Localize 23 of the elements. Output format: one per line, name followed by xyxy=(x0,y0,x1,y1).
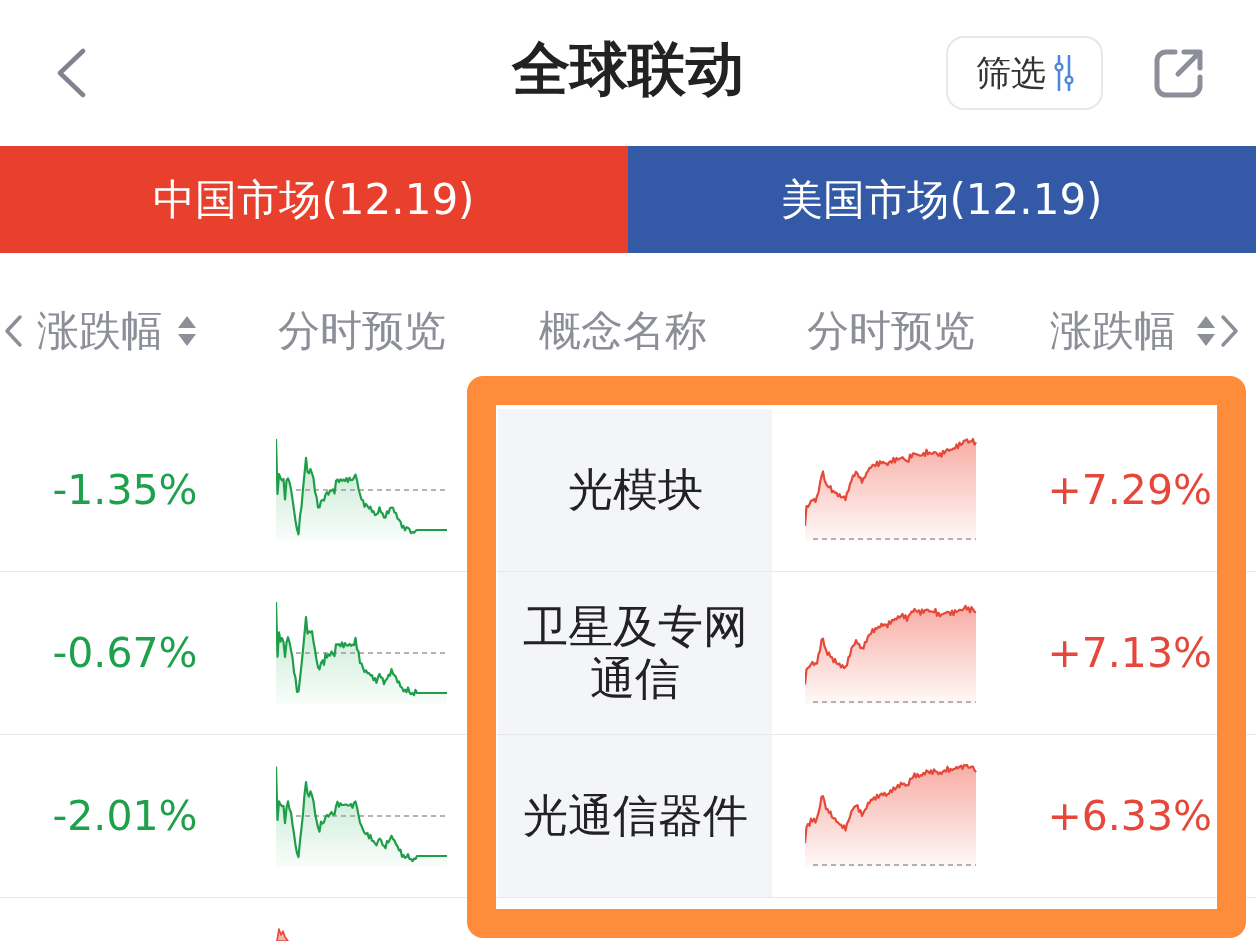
back-icon[interactable] xyxy=(55,48,87,98)
change-value: -2.01% xyxy=(52,792,198,840)
change-value: +7.13% xyxy=(1047,629,1212,677)
filter-button[interactable]: 筛选 xyxy=(946,36,1103,110)
column-header: 分时预览 xyxy=(278,305,446,357)
sort-icon[interactable] xyxy=(1196,315,1216,347)
chevron-left-icon[interactable] xyxy=(3,314,23,348)
concept-name-cell[interactable]: 光通信器件 xyxy=(498,735,772,897)
change-value: +6.33% xyxy=(1047,792,1212,840)
change-value: -0.67% xyxy=(52,629,198,677)
chevron-right-icon[interactable] xyxy=(1220,314,1240,348)
column-header: 概念名称 xyxy=(539,305,707,357)
column-header: 分时预览 xyxy=(807,305,975,357)
sort-icon[interactable] xyxy=(177,315,197,347)
change-value: -1.35% xyxy=(52,466,198,514)
change-value: +7.29% xyxy=(1047,466,1212,514)
page-title: 全球联动 xyxy=(512,35,744,106)
concept-name-cell[interactable]: 光模块 xyxy=(498,409,772,571)
market-header[interactable]: 美国市场(12.19) xyxy=(628,146,1256,253)
market-header[interactable]: 中国市场(12.19) xyxy=(0,146,628,253)
share-icon[interactable] xyxy=(1153,47,1205,99)
concept-name-cell[interactable]: 卫星及专网通信 xyxy=(498,572,772,734)
sliders-icon xyxy=(1053,55,1074,91)
